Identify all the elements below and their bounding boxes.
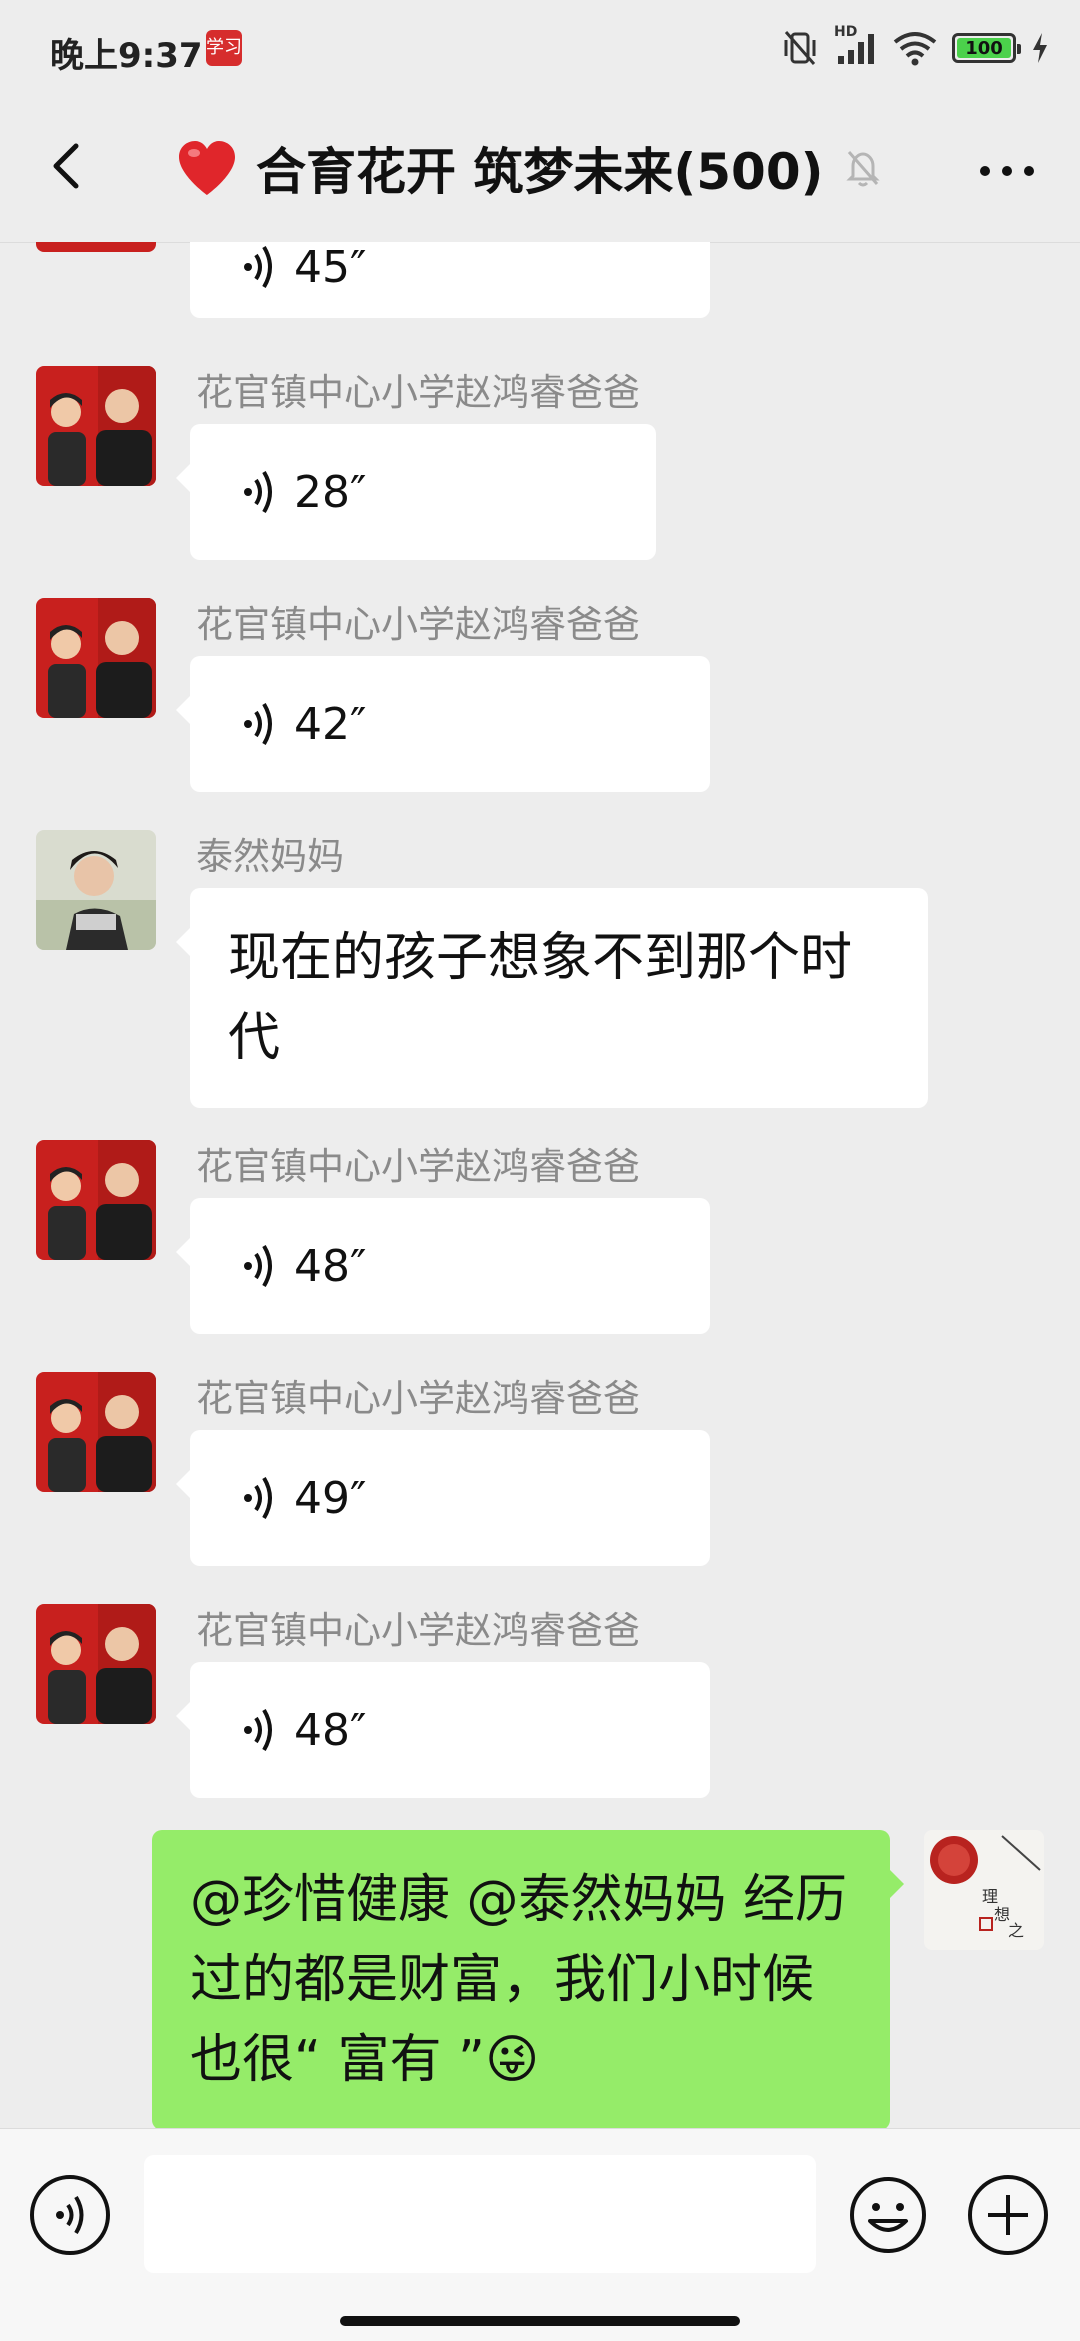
- avatar[interactable]: [36, 242, 156, 252]
- voice-duration: 48″: [294, 1240, 367, 1292]
- plus-icon[interactable]: [968, 2175, 1048, 2255]
- voice-wave-icon: [244, 1708, 272, 1752]
- message-text: @珍惜健康 @泰然妈妈 经历过的都是财富，我们小时候也很“ 富有 ”😜: [190, 1870, 848, 2090]
- emoji-icon[interactable]: [848, 2175, 928, 2255]
- chat-title-wrap[interactable]: 合育花开 筑梦未来(500): [176, 132, 885, 204]
- voice-wave-icon: [244, 1476, 272, 1520]
- heart-emoji-icon: [179, 141, 235, 195]
- voice-duration: 28″: [294, 466, 367, 518]
- back-arrow-icon[interactable]: [40, 136, 100, 196]
- voice-message-bubble[interactable]: 48″: [176, 1662, 710, 1798]
- charging-icon: [1033, 33, 1047, 63]
- app-notification-badge: 学习: [206, 30, 242, 66]
- input-bar: [0, 2128, 1080, 2341]
- sender-name: 花官镇中心小学赵鸿睿爸爸: [196, 603, 640, 646]
- avatar[interactable]: [36, 1140, 156, 1260]
- message-text: 现在的孩子想象不到那个时代: [228, 928, 853, 1068]
- voice-duration: 42″: [294, 698, 367, 750]
- status-time: 晚上9:37: [50, 36, 203, 76]
- voice-duration: 49″: [294, 1472, 367, 1524]
- voice-message-bubble[interactable]: 49″: [176, 1430, 710, 1566]
- svg-text:理: 理: [982, 1887, 998, 1906]
- chat-messages[interactable]: 45″ 花官镇中心小学赵鸿睿爸爸 28″ 花官镇中心小学赵鸿睿爸爸 42″ 泰然…: [0, 242, 1080, 2128]
- voice-wave-icon: [244, 470, 272, 514]
- voice-message-bubble[interactable]: 45″: [190, 242, 710, 318]
- sender-name: 泰然妈妈: [196, 835, 344, 878]
- mute-bell-icon: [846, 151, 881, 187]
- avatar[interactable]: [36, 598, 156, 718]
- voice-message-bubble[interactable]: 42″: [176, 656, 710, 792]
- voice-wave-icon: [244, 245, 272, 289]
- voice-wave-icon: [244, 1244, 272, 1288]
- wifi-icon: [893, 32, 937, 66]
- voice-duration: 48″: [294, 1704, 367, 1756]
- svg-text:之: 之: [1008, 1921, 1024, 1940]
- battery-icon: 100: [952, 33, 1021, 63]
- message-input[interactable]: [144, 2155, 816, 2273]
- sender-name: 花官镇中心小学赵鸿睿爸爸: [196, 1145, 640, 1188]
- status-icons: HD 100: [780, 24, 1050, 70]
- my-avatar[interactable]: 理想之: [924, 1830, 1044, 1950]
- home-indicator[interactable]: [340, 2316, 740, 2326]
- chat-header: 合育花开 筑梦未来(500): [0, 96, 1080, 243]
- avatar[interactable]: [36, 830, 156, 950]
- sender-name: 花官镇中心小学赵鸿睿爸爸: [196, 1609, 640, 1652]
- chat-title: 合育花开 筑梦未来(500): [256, 143, 824, 201]
- voice-wave-icon: [244, 702, 272, 746]
- status-bar: 晚上9:37 学习 HD 100: [0, 0, 1080, 96]
- voice-duration: 45″: [294, 242, 367, 293]
- battery-level: 100: [957, 38, 1011, 59]
- more-icon[interactable]: [980, 166, 1034, 176]
- avatar[interactable]: [36, 366, 156, 486]
- avatar[interactable]: [36, 1372, 156, 1492]
- voice-message-bubble[interactable]: 28″: [176, 424, 656, 560]
- avatar[interactable]: [36, 1604, 156, 1724]
- vibrate-off-icon: [784, 31, 816, 65]
- text-message-bubble[interactable]: @珍惜健康 @泰然妈妈 经历过的都是财富，我们小时候也很“ 富有 ”😜: [152, 1830, 904, 2128]
- text-message-bubble[interactable]: 现在的孩子想象不到那个时代: [176, 888, 928, 1108]
- signal-icon: HD: [834, 24, 878, 66]
- voice-mode-icon[interactable]: [30, 2175, 110, 2255]
- voice-message-bubble[interactable]: 48″: [176, 1198, 710, 1334]
- sender-name: 花官镇中心小学赵鸿睿爸爸: [196, 1377, 640, 1420]
- sender-name: 花官镇中心小学赵鸿睿爸爸: [196, 371, 640, 414]
